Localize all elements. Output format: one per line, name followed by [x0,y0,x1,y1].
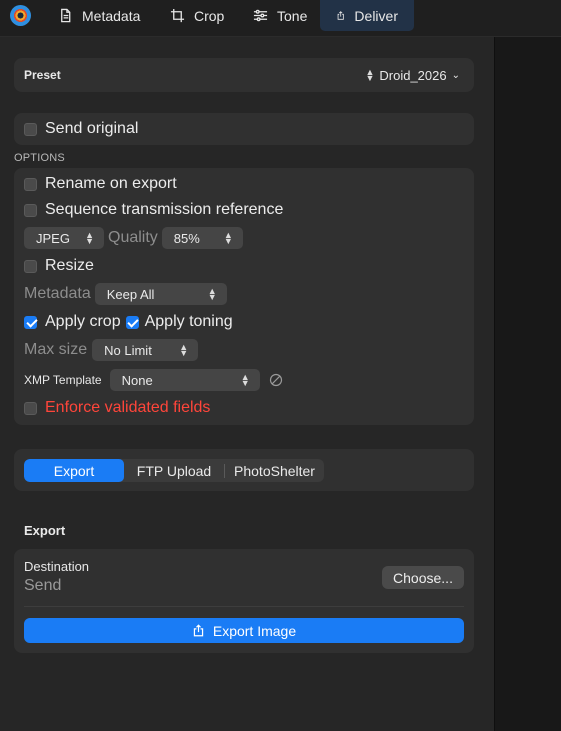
tab-metadata-label: Metadata [82,7,141,24]
preset-select[interactable]: ▲ ▼ Droid_2026 ⌄ [365,58,460,92]
tab-export[interactable]: Export [24,459,124,482]
clear-template-icon[interactable] [269,373,283,387]
tab-deliver-label: Deliver [354,7,398,24]
tab-tone[interactable]: Tone [253,0,307,31]
share-icon [193,624,204,637]
metadata-label: Metadata [24,285,91,302]
updown-chevron-icon: ▲ ▼ [207,286,217,302]
enforce-label: Enforce validated fields [45,399,211,416]
preset-label: Preset [24,68,61,82]
choose-button[interactable]: Choose... [382,566,464,589]
sliders-icon [253,9,268,22]
send-original-label: Send original [45,120,139,137]
format-select[interactable]: JPEG ▲ ▼ [24,227,104,249]
sequence-checkbox[interactable] [24,203,37,217]
preset-card: Preset ▲ ▼ Droid_2026 ⌄ [14,58,474,92]
destination-value: Send [24,577,62,594]
export-card: Destination Send Choose... Export Image [14,549,474,653]
send-original-checkbox-row[interactable]: Send original [24,113,138,145]
right-pane [495,37,561,731]
divider [24,606,464,607]
tab-metadata[interactable]: Metadata [58,0,140,31]
xmp-template-select[interactable]: None ▲ ▼ [109,369,260,391]
top-toolbar: Metadata Crop Tone Deliver [0,0,561,37]
rename-checkbox[interactable] [24,177,37,191]
updown-chevron-icon: ▲ ▼ [85,230,94,246]
xmp-template-value: None [121,372,153,388]
updown-chevron-icon: ▲ ▼ [179,342,189,358]
share-icon [337,11,344,20]
sequence-label: Sequence transmission reference [45,201,284,218]
xmp-template-label: XMP Template [24,373,102,387]
tab-deliver[interactable]: Deliver [320,0,414,31]
apply-crop-label: Apply crop [45,313,121,330]
tab-crop[interactable]: Crop [170,0,224,31]
export-heading: Export [24,523,66,538]
enforce-checkbox[interactable] [24,401,37,415]
preset-value: Droid_2026 [379,67,447,83]
destination-label: Destination [24,559,90,574]
max-size-label: Max size [24,341,88,358]
format-value: JPEG [36,230,70,246]
quality-label: Quality [108,229,158,246]
metadata-value: Keep All [106,286,155,302]
updown-chevron-icon: ▲ ▼ [223,230,233,246]
quality-select[interactable]: 85% ▲ ▼ [161,227,243,249]
enforce-row[interactable]: Enforce validated fields [24,397,210,419]
tab-tone-label: Tone [277,7,308,24]
rename-label: Rename on export [45,175,177,192]
quality-value: 85% [173,230,200,246]
resize-row[interactable]: Resize [24,255,94,277]
rename-row[interactable]: Rename on export [24,173,177,195]
send-original-checkbox[interactable] [24,122,37,136]
app-logo-icon [10,5,31,26]
resize-checkbox[interactable] [24,259,37,273]
export-image-label: Export Image [212,622,297,639]
max-size-select[interactable]: No Limit ▲ ▼ [92,339,199,361]
apply-crop-checkbox[interactable] [24,315,37,329]
apply-toning-label: Apply toning [144,313,233,330]
chevron-down-icon: ⌄ [451,69,460,81]
document-icon [61,8,71,23]
options-card: Rename on export Sequence transmission r… [14,168,474,425]
options-caption: OPTIONS [14,152,65,164]
resize-label: Resize [45,257,94,274]
updown-chevron-icon: ▲ ▼ [365,67,375,83]
tab-photoshelter[interactable]: PhotoShelter [225,459,324,482]
send-original-card: Send original [14,113,474,145]
export-image-button[interactable]: Export Image [24,618,464,643]
metadata-select[interactable]: Keep All ▲ ▼ [94,283,227,305]
delivery-segmented-control: Export FTP Upload PhotoShelter [24,459,324,482]
delivery-tabs-card: Export FTP Upload PhotoShelter [14,449,474,491]
tab-ftp-upload[interactable]: FTP Upload [124,459,224,482]
updown-chevron-icon: ▲ ▼ [240,372,250,388]
apply-toning-checkbox[interactable] [125,315,139,329]
max-size-value: No Limit [104,342,152,358]
crop-icon [170,8,185,23]
sequence-row[interactable]: Sequence transmission reference [24,199,283,221]
tab-crop-label: Crop [194,7,225,24]
